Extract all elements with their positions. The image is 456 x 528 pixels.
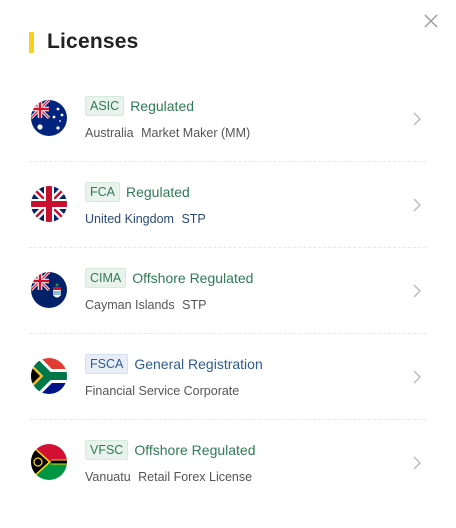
license-type: Market Maker (MM) xyxy=(141,126,251,140)
license-row-fsca[interactable]: FSCA General Registration Financial Serv… xyxy=(29,334,426,420)
license-type: STP xyxy=(181,212,206,226)
south-africa-flag-icon xyxy=(31,358,67,394)
license-country: Financial Service Corporate xyxy=(85,384,240,398)
licenses-dialog: Licenses ASIC Regulated Australia Market… xyxy=(0,0,456,528)
license-row-cima[interactable]: CIMA Offshore Regulated Cayman Islands S… xyxy=(29,248,426,334)
license-details: Cayman Islands STP xyxy=(85,298,206,312)
regulator-badge: ASIC xyxy=(85,96,125,116)
license-country: Cayman Islands xyxy=(85,298,175,312)
license-details: Australia Market Maker (MM) xyxy=(85,126,250,140)
license-details: Financial Service Corporate xyxy=(85,384,239,398)
uk-flag-icon xyxy=(31,186,67,222)
license-row-asic[interactable]: ASIC Regulated Australia Market Maker (M… xyxy=(29,76,426,162)
close-icon[interactable] xyxy=(422,12,440,30)
license-details: United Kingdom STP xyxy=(85,212,206,226)
regulator-badge: VFSC xyxy=(85,440,129,460)
regulator-badge: FCA xyxy=(85,182,120,202)
chevron-right-icon[interactable] xyxy=(412,197,422,213)
regulator-badge: FSCA xyxy=(85,354,129,374)
chevron-right-icon[interactable] xyxy=(412,111,422,127)
regulator-badge: CIMA xyxy=(85,268,127,288)
cayman-flag-icon xyxy=(31,272,67,308)
license-type: Retail Forex License xyxy=(138,470,253,484)
chevron-right-icon[interactable] xyxy=(412,369,422,385)
license-details: Vanuatu Retail Forex License xyxy=(85,470,252,484)
license-row-vfsc[interactable]: VFSC Offshore Regulated Vanuatu Retail F… xyxy=(29,420,426,505)
license-row-fca[interactable]: FCA Regulated United Kingdom STP xyxy=(29,162,426,248)
license-status: Regulated xyxy=(130,98,195,114)
license-status: Offshore Regulated xyxy=(132,270,254,286)
license-type: STP xyxy=(182,298,207,312)
dialog-header: Licenses xyxy=(29,30,139,54)
license-list: ASIC Regulated Australia Market Maker (M… xyxy=(29,76,426,505)
license-status: Regulated xyxy=(126,184,190,200)
australia-flag-icon xyxy=(31,100,67,136)
license-status: General Registration xyxy=(134,356,263,372)
license-country: United Kingdom xyxy=(85,212,174,226)
license-country: Australia xyxy=(85,126,134,140)
license-country: Vanuatu xyxy=(85,470,131,484)
chevron-right-icon[interactable] xyxy=(412,283,422,299)
vanuatu-flag-icon xyxy=(31,444,67,480)
license-status: Offshore Regulated xyxy=(134,442,256,458)
title-accent-bar xyxy=(29,31,34,53)
dialog-title: Licenses xyxy=(47,30,139,53)
chevron-right-icon[interactable] xyxy=(412,455,422,471)
